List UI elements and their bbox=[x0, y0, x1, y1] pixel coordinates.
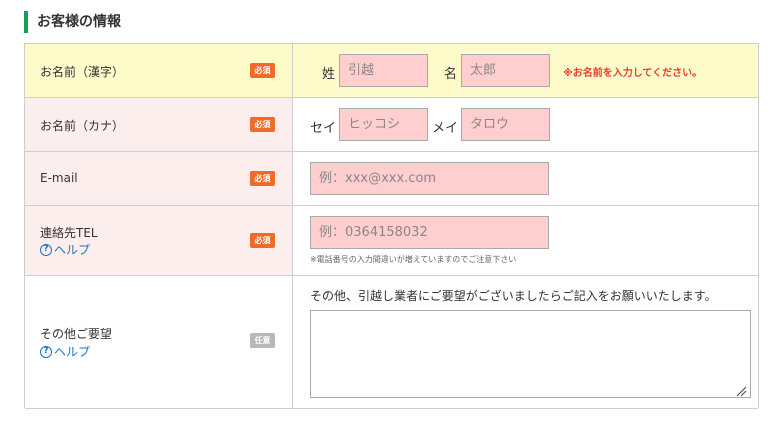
value-cell: 姓 名 ※お名前を入力してください。 bbox=[293, 44, 758, 97]
question-circle-icon: ? bbox=[40, 243, 52, 256]
email-label: E-mail bbox=[40, 171, 78, 185]
row-name-kana: お名前（カナ） 必須 セイ メイ bbox=[25, 98, 758, 152]
last-name-kana-input[interactable] bbox=[339, 108, 428, 141]
label-cell: お名前（漢字） 必須 bbox=[25, 44, 293, 97]
email-input[interactable] bbox=[310, 162, 549, 195]
name-kanji-label: お名前（漢字） bbox=[40, 65, 125, 79]
customer-info-form: お名前（漢字） 必須 姓 名 ※お名前を入力してください。 お名前（カナ） 必須… bbox=[24, 43, 759, 409]
tel-help-link[interactable]: ? ヘルプ bbox=[40, 241, 90, 258]
other-help-link[interactable]: ? ヘルプ bbox=[40, 343, 90, 360]
other-instruction: その他、引越し業者にご要望がございましたらご記入をお願いいたします。 bbox=[310, 289, 717, 303]
required-badge: 必須 bbox=[250, 117, 275, 132]
required-badge: 必須 bbox=[250, 63, 275, 78]
name-error-message: ※お名前を入力してください。 bbox=[563, 68, 703, 79]
row-tel: 連絡先TEL ? ヘルプ 必須 ※電話番号の入力間違いが増えていますのでご注意下… bbox=[25, 206, 758, 276]
last-name-prefix: 姓 bbox=[322, 67, 336, 82]
first-name-kanji-input[interactable] bbox=[461, 54, 550, 87]
help-label: ヘルプ bbox=[54, 345, 91, 359]
label-cell: E-mail 必須 bbox=[25, 152, 293, 205]
row-email: E-mail 必須 bbox=[25, 152, 758, 206]
first-name-prefix: 名 bbox=[444, 67, 458, 82]
tel-note: ※電話番号の入力間違いが増えていますのでご注意下さい bbox=[310, 255, 517, 264]
name-kana-label: お名前（カナ） bbox=[40, 119, 125, 133]
label-cell: お名前（カナ） 必須 bbox=[25, 98, 293, 151]
last-name-kanji-input[interactable] bbox=[339, 54, 428, 87]
label-cell: 連絡先TEL ? ヘルプ 必須 bbox=[25, 206, 293, 275]
optional-badge: 任意 bbox=[250, 333, 275, 348]
question-circle-icon: ? bbox=[40, 345, 52, 358]
tel-label: 連絡先TEL bbox=[40, 226, 98, 240]
value-cell: その他、引越し業者にご要望がございましたらご記入をお願いいたします。 bbox=[293, 276, 758, 408]
required-badge: 必須 bbox=[250, 171, 275, 186]
label-cell: その他ご要望 ? ヘルプ 任意 bbox=[25, 276, 293, 408]
row-other-requests: その他ご要望 ? ヘルプ 任意 その他、引越し業者にご要望がございましたらご記入… bbox=[25, 276, 758, 409]
row-name-kanji: お名前（漢字） 必須 姓 名 ※お名前を入力してください。 bbox=[25, 44, 758, 98]
other-requests-textarea[interactable] bbox=[310, 310, 751, 398]
section-title: お客様の情報 bbox=[24, 11, 121, 33]
help-label: ヘルプ bbox=[54, 243, 91, 257]
value-cell: ※電話番号の入力間違いが増えていますのでご注意下さい bbox=[293, 206, 758, 275]
first-name-kana-input[interactable] bbox=[461, 108, 550, 141]
last-name-kana-prefix: セイ bbox=[310, 121, 337, 136]
first-name-kana-prefix: メイ bbox=[432, 121, 459, 136]
value-cell: セイ メイ bbox=[293, 98, 758, 151]
resize-grip-icon[interactable] bbox=[735, 385, 747, 397]
required-badge: 必須 bbox=[250, 233, 275, 248]
value-cell bbox=[293, 152, 758, 205]
tel-input[interactable] bbox=[310, 216, 549, 249]
other-label: その他ご要望 bbox=[40, 327, 113, 341]
